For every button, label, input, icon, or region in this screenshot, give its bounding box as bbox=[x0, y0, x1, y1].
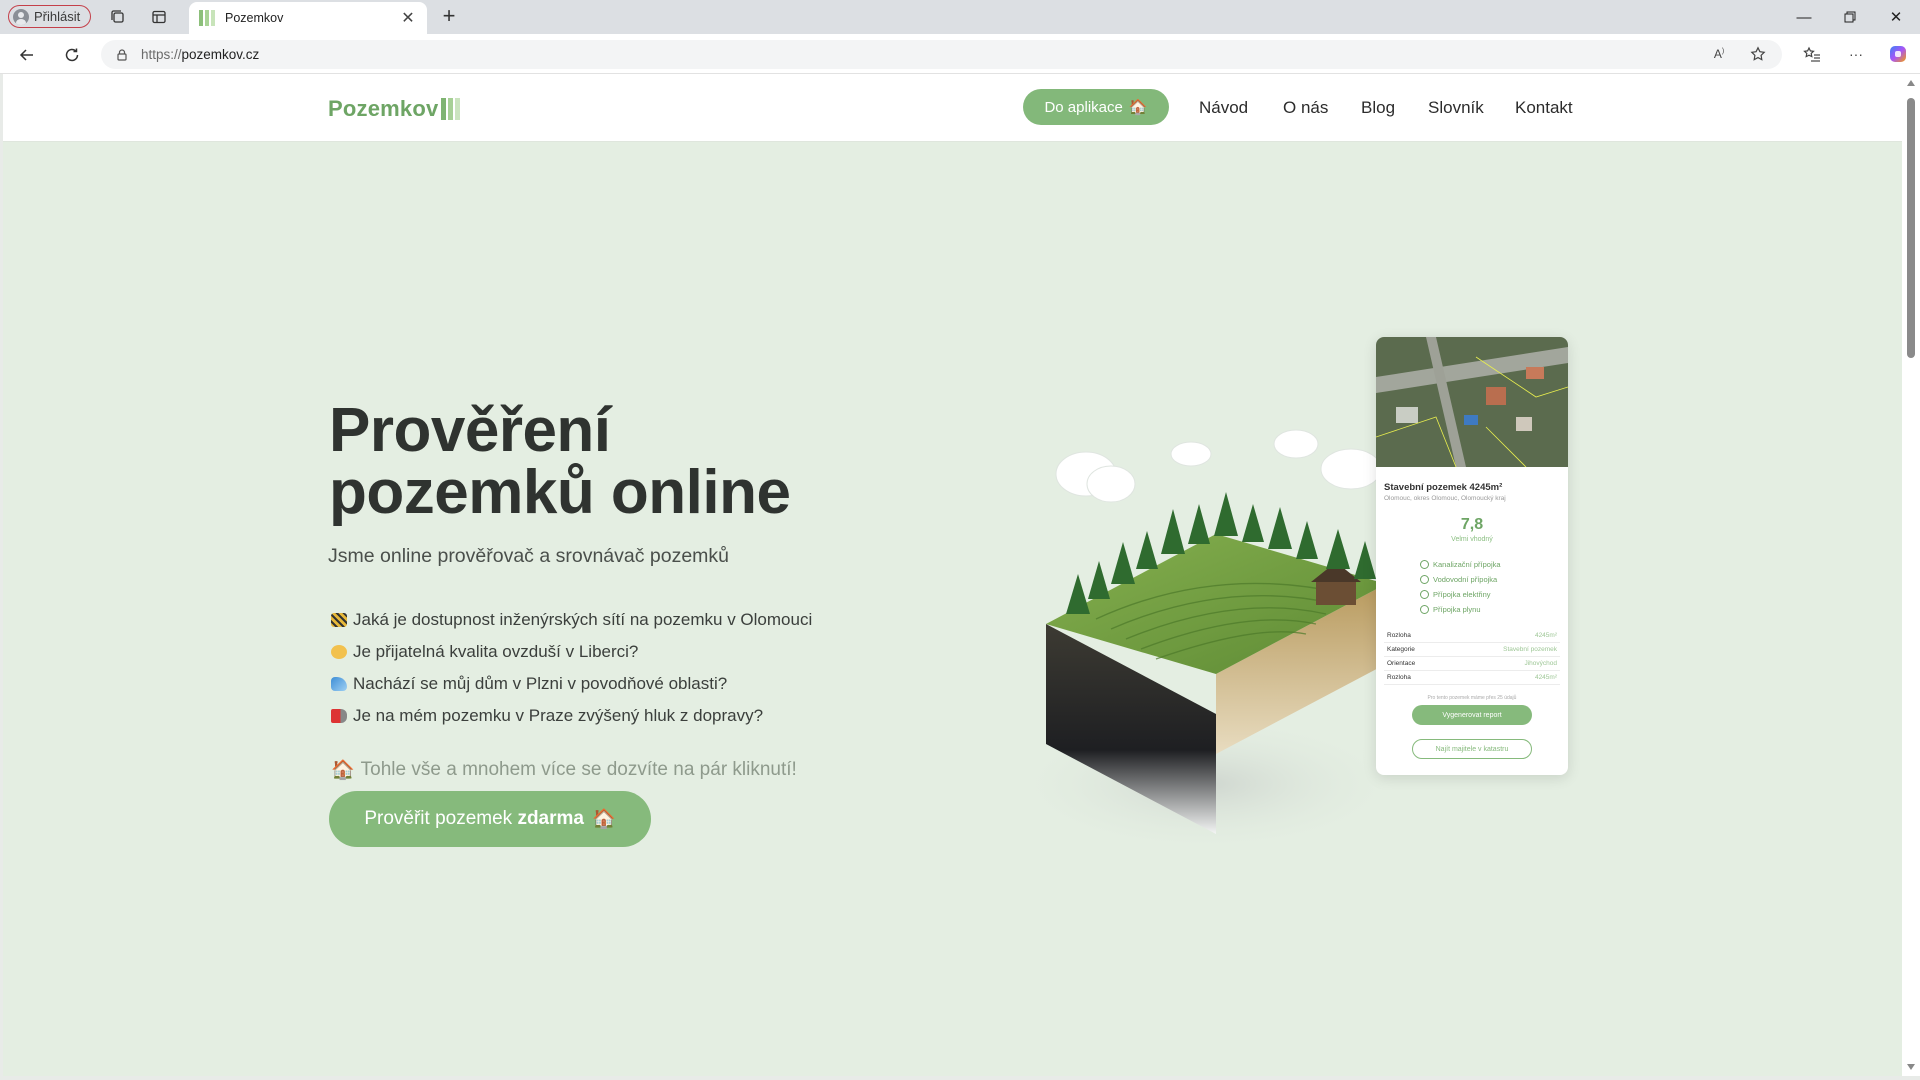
more-options-icon[interactable]: ··· bbox=[1844, 42, 1868, 66]
tab-close-icon[interactable]: ✕ bbox=[399, 8, 417, 28]
workspaces-icon[interactable] bbox=[107, 6, 129, 28]
address-bar[interactable]: https://pozemkov.cz bbox=[101, 40, 1782, 69]
check-icon bbox=[1420, 575, 1429, 584]
scroll-up-icon[interactable] bbox=[1907, 80, 1915, 86]
table-row: Rozloha 4245m² bbox=[1384, 671, 1560, 685]
table-row: Orientace Jihovýchod bbox=[1384, 657, 1560, 671]
logo-bars-icon bbox=[441, 98, 461, 120]
close-window-icon[interactable]: ✕ bbox=[1873, 0, 1919, 34]
site-logo[interactable]: Pozemkov bbox=[328, 96, 461, 122]
nav-link-navod[interactable]: Návod bbox=[1199, 98, 1248, 118]
app-button-label: Do aplikace bbox=[1044, 98, 1123, 116]
list-item: Přípojka elektřiny bbox=[1420, 587, 1560, 602]
restore-icon[interactable] bbox=[1827, 0, 1873, 34]
back-icon[interactable] bbox=[14, 42, 40, 68]
find-owner-button: Najít majitele v katastru bbox=[1412, 739, 1532, 759]
list-item: Je přijatelná kvalita ovzduší v Liberci? bbox=[331, 636, 812, 668]
cta-note: 🏠 Tohle vše a mnohem více se dozvíte na … bbox=[331, 759, 797, 781]
hero-subtitle: Jsme online prověřovač a srovnávač pozem… bbox=[328, 545, 730, 567]
list-item: Přípojka plynu bbox=[1420, 602, 1560, 617]
page-viewport: Pozemkov Do aplikace 🏠 Návod O nás Blog … bbox=[3, 74, 1902, 1076]
lock-icon bbox=[117, 48, 127, 61]
site-header: Pozemkov Do aplikace 🏠 Návod O nás Blog … bbox=[3, 74, 1902, 142]
house-icon: 🏠 bbox=[591, 809, 616, 830]
utility-checks: Kanalizační přípojka Vodovodní přípojka … bbox=[1420, 557, 1560, 617]
logo-text: Pozemkov bbox=[328, 96, 439, 121]
minimize-icon[interactable]: — bbox=[1781, 0, 1827, 34]
list-item: Jaká je dostupnost inženýrských sítí na … bbox=[331, 604, 812, 636]
favorites-list-icon[interactable] bbox=[1800, 42, 1824, 66]
plot-location: Olomouc, okres Olomouc, Olomoucký kraj bbox=[1384, 495, 1506, 502]
megaphone-icon bbox=[331, 709, 347, 723]
nav-link-kontakt[interactable]: Kontakt bbox=[1515, 98, 1573, 118]
plot-score: 7,8 bbox=[1460, 516, 1484, 533]
check-icon bbox=[1420, 560, 1429, 569]
wave-icon bbox=[331, 677, 347, 691]
app-button[interactable]: Do aplikace 🏠 bbox=[1023, 89, 1169, 125]
url-text: https://pozemkov.cz bbox=[141, 47, 260, 62]
profile-label: Přihlásit bbox=[34, 9, 81, 24]
feature-list: Jaká je dostupnost inženýrských sítí na … bbox=[331, 604, 812, 732]
favorite-star-icon[interactable] bbox=[1746, 42, 1770, 66]
list-item: Nachází se můj dům v Plzni v povodňové o… bbox=[331, 668, 812, 700]
site-favicon-icon bbox=[199, 10, 215, 26]
page-scrollbar[interactable] bbox=[1902, 74, 1920, 1076]
table-row: Kategorie Stavební pozemek bbox=[1384, 643, 1560, 657]
list-item: Vodovodní přípojka bbox=[1420, 572, 1560, 587]
face-icon bbox=[331, 645, 347, 659]
tab-title: Pozemkov bbox=[225, 11, 284, 25]
phone-mockup: Stavební pozemek 4245m² Olomouc, okres O… bbox=[1376, 337, 1568, 775]
table-row: Rozloha 4245m² bbox=[1384, 629, 1560, 643]
check-plot-button[interactable]: Prověřit pozemek zdarma 🏠 bbox=[329, 791, 651, 847]
generate-report-button: Vygenerovat report bbox=[1412, 705, 1532, 725]
plot-title: Stavební pozemek 4245m² bbox=[1384, 482, 1503, 493]
map-thumbnail bbox=[1376, 337, 1568, 468]
read-aloud-icon[interactable]: A) bbox=[1707, 42, 1731, 66]
hero-title: Prověření pozemků online bbox=[329, 396, 791, 527]
list-item: Kanalizační přípojka bbox=[1420, 557, 1560, 572]
house-icon: 🏠 bbox=[1128, 99, 1148, 116]
reload-icon[interactable] bbox=[59, 42, 85, 68]
check-icon bbox=[1420, 590, 1429, 599]
plot-score-label: Velmi vhodný bbox=[1451, 536, 1493, 543]
profile-button[interactable]: Přihlásit bbox=[8, 5, 92, 28]
scroll-down-icon[interactable] bbox=[1907, 1064, 1915, 1070]
check-icon bbox=[1420, 605, 1429, 614]
tab-actions-icon[interactable] bbox=[148, 6, 170, 28]
list-item: Je na mém pozemku v Praze zvýšený hluk z… bbox=[331, 700, 812, 732]
copilot-icon[interactable] bbox=[1886, 42, 1910, 66]
data-count-note: Pro tento pozemek máme přes 25 údajů bbox=[1427, 695, 1517, 701]
plot-attributes-table: Rozloha 4245m² Kategorie Stavební pozemek … bbox=[1384, 629, 1560, 685]
user-avatar-icon bbox=[13, 8, 29, 25]
active-tab[interactable]: Pozemkov ✕ bbox=[189, 2, 427, 34]
new-tab-button[interactable]: + bbox=[436, 4, 462, 30]
browser-toolbar: https://pozemkov.cz A) ··· bbox=[0, 34, 1920, 74]
check-plot-label: Prověřit pozemek zdarma bbox=[364, 808, 584, 829]
nav-link-o-nas[interactable]: O nás bbox=[1283, 98, 1328, 118]
house-icon: 🏠 bbox=[331, 760, 355, 781]
land-illustration bbox=[1016, 429, 1386, 854]
nav-link-blog[interactable]: Blog bbox=[1361, 98, 1395, 118]
nav-link-slovnik[interactable]: Slovník bbox=[1428, 98, 1484, 118]
scroll-thumb[interactable] bbox=[1907, 98, 1915, 358]
construction-icon bbox=[331, 613, 347, 627]
browser-tabbar: Přihlásit Pozemkov ✕ + — ✕ bbox=[0, 0, 1920, 34]
